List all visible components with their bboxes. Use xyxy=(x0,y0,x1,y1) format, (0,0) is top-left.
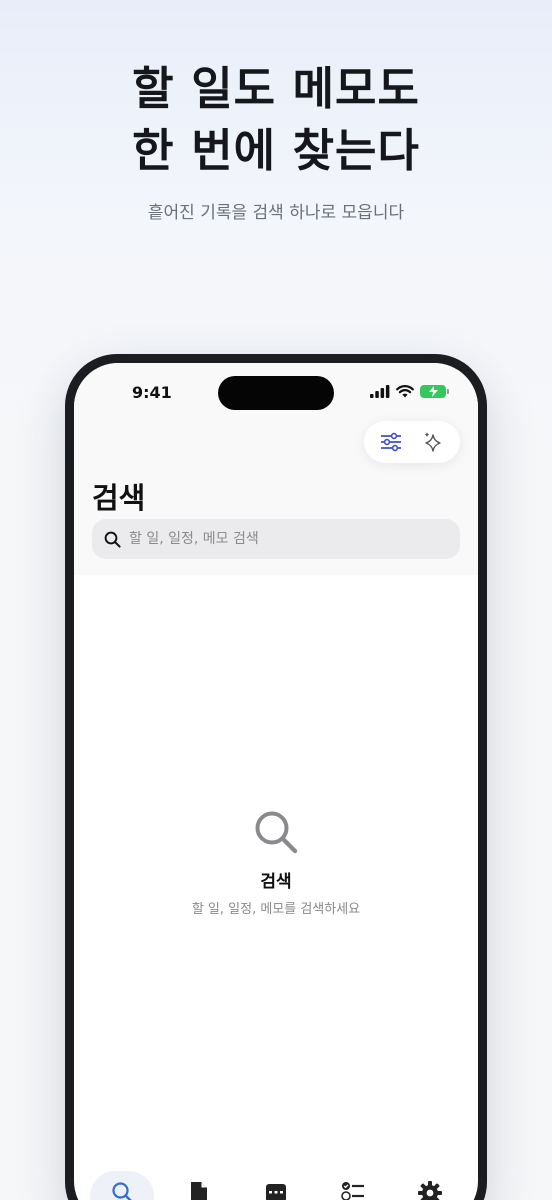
gear-icon xyxy=(417,1181,442,1200)
marketing-headline: 할 일도 메모도 한 번에 찾는다 xyxy=(0,58,552,182)
headline-line-2: 한 번에 찾는다 xyxy=(132,124,420,177)
status-icons xyxy=(370,385,449,398)
calendar-icon xyxy=(265,1184,286,1200)
marketing-subheadline: 흩어진 기록을 검색 하나로 모읍니다 xyxy=(147,203,405,223)
search-icon xyxy=(104,531,121,548)
tab-calendar[interactable] xyxy=(244,1171,308,1200)
empty-state-title: 검색 xyxy=(260,872,292,892)
search-bar[interactable] xyxy=(92,519,460,559)
signal-icon xyxy=(370,385,390,398)
tab-todos[interactable] xyxy=(321,1171,385,1200)
toolbar-pill xyxy=(364,421,460,463)
tab-search[interactable] xyxy=(90,1171,155,1200)
phone-screen: 9:41 검색 할 일, 일정, 메모 검색 검색 할 일, 일정, 메모를 검… xyxy=(74,363,478,1200)
magnifier-icon xyxy=(255,811,298,854)
tab-settings[interactable] xyxy=(398,1171,462,1200)
search-icon xyxy=(112,1182,133,1200)
battery-icon xyxy=(420,385,449,398)
ai-button[interactable] xyxy=(416,425,450,459)
sliders-icon xyxy=(381,432,401,452)
phone-frame: 9:41 검색 할 일, 일정, 메모 검색 검색 할 일, 일정, 메모를 검… xyxy=(65,354,487,1200)
wifi-icon xyxy=(396,385,414,398)
sparkles-icon xyxy=(424,432,441,452)
search-input[interactable] xyxy=(129,531,448,547)
tab-notes[interactable] xyxy=(167,1171,231,1200)
headline-line-1: 할 일도 메모도 xyxy=(132,62,420,115)
dynamic-island xyxy=(218,376,334,410)
empty-state: 검색 할 일, 일정, 메모를 검색하세요 xyxy=(74,809,478,917)
tab-bar xyxy=(74,1171,478,1200)
page-title: 검색 xyxy=(92,481,146,515)
empty-state-subtitle: 할 일, 일정, 메모를 검색하세요 xyxy=(191,902,361,917)
checklist-icon xyxy=(340,1182,364,1200)
document-icon xyxy=(191,1182,208,1200)
status-time: 9:41 xyxy=(132,383,172,402)
filter-button[interactable] xyxy=(374,425,408,459)
